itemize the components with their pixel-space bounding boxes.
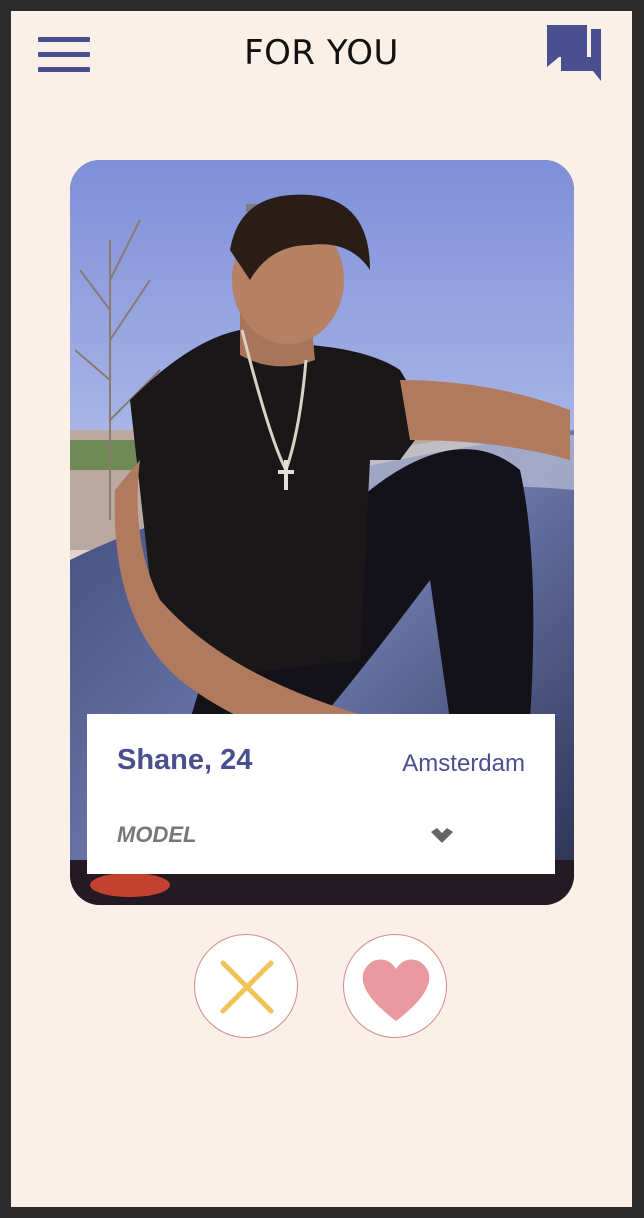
chat-button[interactable] (543, 21, 607, 81)
chat-bubbles-icon (547, 25, 601, 81)
x-icon (220, 960, 274, 1014)
header: FOR YOU (11, 11, 632, 111)
profile-info-panel: Shane, 24 Amsterdam MODEL (87, 714, 555, 874)
page-title: FOR YOU (244, 33, 399, 73)
chevron-down-icon (431, 828, 453, 843)
app-screen: FOR YOU Shane, 24 Amsterdam MODEL (11, 11, 632, 1207)
profile-occupation: MODEL (117, 822, 197, 847)
reject-button[interactable] (194, 934, 298, 1038)
like-button[interactable] (343, 934, 447, 1038)
profile-name-age: Shane, 24 (117, 744, 253, 776)
profile-city: Amsterdam (402, 750, 525, 777)
expand-profile-button[interactable] (429, 826, 455, 846)
heart-icon (362, 959, 430, 1021)
